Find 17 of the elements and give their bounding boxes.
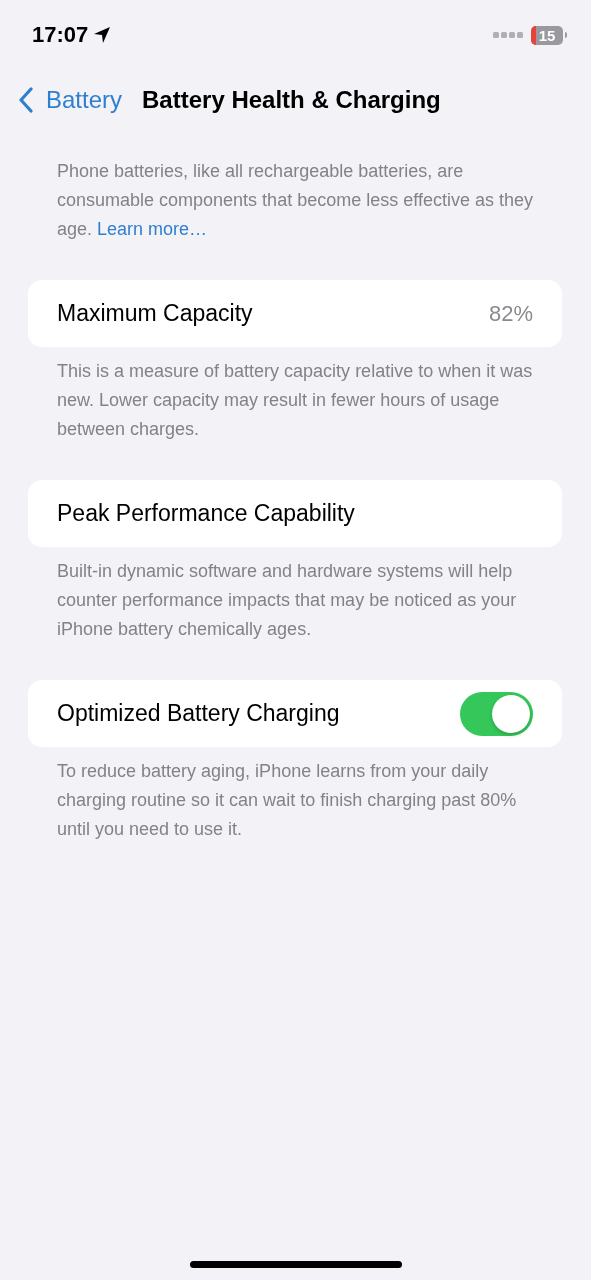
clock-time: 17:07 <box>32 22 89 48</box>
chevron-left-icon <box>18 87 34 113</box>
learn-more-link[interactable]: Learn more… <box>97 219 208 239</box>
section-footer: To reduce battery aging, iPhone learns from your daily charging routine so it can wait to finish charging past 80% until you need to use it. <box>28 747 562 844</box>
intro-paragraph: Phone batteries, like all rechargeable batteries, are consumable components that become less effective as they age. Learn more… <box>57 160 534 241</box>
row-label: Optimized Battery Charging <box>57 700 340 727</box>
back-button[interactable]: Battery <box>18 86 123 114</box>
section-footer: Built-in dynamic software and hardware systems will help counter performance impacts that may be noticed as your iPhone battery chemically ages. <box>28 547 562 644</box>
row-label: Peak Performance Capability <box>57 500 355 527</box>
row-value: 82% <box>488 300 533 327</box>
toggle-switch[interactable] <box>460 691 533 736</box>
battery-indicator: 15 <box>531 25 563 45</box>
location-arrow-icon <box>93 26 112 44</box>
row-label: Maximum Capacity <box>57 300 253 327</box>
signal-dots-icon <box>493 32 523 38</box>
section-footer: This is a measure of battery capacity relative to when it was new. Lower capacity may result in fewer hours of usage between charges. <box>28 347 562 444</box>
page-title: Battery Health & Charging <box>142 86 441 114</box>
